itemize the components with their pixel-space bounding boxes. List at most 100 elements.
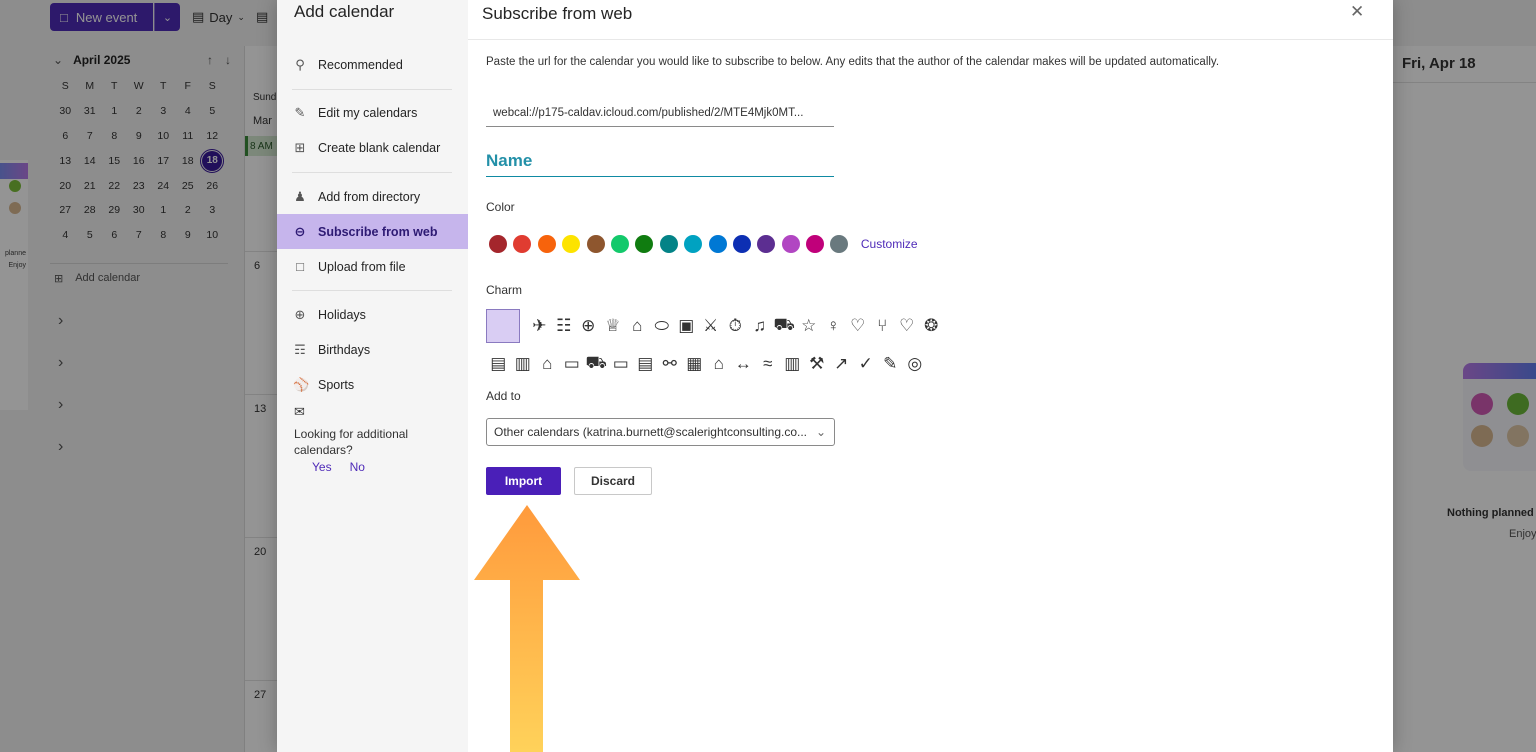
people-icon: ♟ — [294, 188, 306, 204]
color-swatch[interactable] — [610, 235, 629, 253]
heart-icon[interactable]: ♡ — [895, 310, 920, 343]
soccer-ball-icon[interactable]: ❂ — [919, 310, 944, 343]
sidebar-item-label: Upload from file — [318, 259, 406, 274]
globe-icon: ⊖ — [294, 223, 306, 239]
sidebar-item-recommended[interactable]: ⚲ Recommended — [277, 47, 468, 82]
calendar-add-icon: ⊞ — [294, 139, 306, 155]
credit-card-icon[interactable]: ▤ — [633, 347, 658, 380]
color-swatch[interactable] — [489, 235, 507, 253]
color-swatch[interactable] — [513, 235, 532, 253]
color-swatch[interactable] — [562, 235, 581, 253]
color-swatch[interactable] — [781, 235, 800, 253]
ticket-icon[interactable]: ▭ — [609, 347, 634, 380]
sidebar-item-label: Recommended — [318, 57, 403, 72]
color-swatch[interactable] — [830, 235, 849, 253]
add-to-select[interactable]: Other calendars (katrina.burnett@scaleri… — [486, 418, 835, 446]
sidebar-item-subscribe-from-web[interactable]: ⊖ Subscribe from web — [277, 214, 468, 249]
yes-link[interactable]: Yes — [312, 459, 332, 475]
sidebar-item-holidays[interactable]: ⊕ Holidays — [277, 297, 468, 332]
add-to-value: Other calendars (katrina.burnett@scaleri… — [494, 425, 808, 439]
sidebar-item-label: Holidays — [318, 307, 366, 322]
birthday-cake-icon[interactable]: ⌂ — [535, 347, 560, 380]
color-swatch[interactable] — [708, 235, 727, 253]
clipboard-icon[interactable]: ☷ — [552, 310, 577, 343]
import-button[interactable]: Import — [486, 467, 561, 495]
sidebar-item-label: Birthdays — [318, 342, 371, 357]
color-swatch[interactable] — [635, 235, 654, 253]
sidebar-item-label: Create blank calendar — [318, 140, 441, 155]
color-swatch[interactable] — [684, 235, 703, 253]
pill-icon[interactable]: ⬭ — [650, 310, 675, 343]
charm-label: Charm — [486, 283, 523, 297]
person-icon[interactable]: ♀ — [821, 310, 846, 343]
color-swatch[interactable] — [659, 235, 678, 253]
looking-for-more: Looking for additional calendars? Yes No — [294, 426, 454, 475]
music-note-icon[interactable]: ♫ — [748, 310, 773, 343]
looking-text: Looking for additional calendars? — [294, 427, 409, 457]
sidebar-item-sports[interactable]: ⚾ Sports — [277, 367, 468, 402]
color-swatch[interactable] — [757, 235, 776, 253]
airplane-icon[interactable]: ✈ — [527, 310, 552, 343]
add-calendar-dialog: Add calendar ⚲ Recommended ✎ Edit my cal… — [277, 0, 1393, 752]
sidebar-item-upload-from-file[interactable]: □ Upload from file — [277, 249, 468, 284]
calendar-url-input[interactable] — [486, 100, 834, 127]
document-icon: □ — [296, 259, 304, 274]
no-link[interactable]: No — [350, 459, 365, 475]
sidebar-item-birthdays[interactable]: ☶ Birthdays — [277, 332, 468, 367]
car-icon[interactable]: ⛟ — [772, 310, 797, 343]
dumbbell-icon[interactable]: ↔ — [731, 347, 756, 380]
sidebar-item-create-blank-calendar[interactable]: ⊞ Create blank calendar — [277, 130, 468, 165]
subscribe-description: Paste the url for the calendar you would… — [486, 56, 1220, 68]
heart-broken-icon[interactable]: ♡ — [846, 310, 871, 343]
add-calendar-sidebar: Add calendar ⚲ Recommended ✎ Edit my cal… — [277, 0, 468, 752]
trophy-icon[interactable]: ♕ — [601, 310, 626, 343]
add-to-label: Add to — [486, 389, 521, 403]
note-edit-icon[interactable]: ✎ — [878, 347, 903, 380]
bus-icon[interactable]: ▦ — [682, 347, 707, 380]
home-icon[interactable]: ⌂ — [625, 310, 650, 343]
annotation-arrow — [474, 505, 580, 752]
sidebar-item-add-from-directory[interactable]: ♟ Add from directory — [277, 179, 468, 214]
edit-calendar-icon: ✎ — [294, 104, 306, 120]
truck-icon[interactable]: ⛟ — [584, 347, 609, 380]
calendar-blank-icon[interactable] — [486, 309, 520, 343]
customize-color-link[interactable]: Customize — [861, 237, 918, 251]
stopwatch-icon[interactable]: ⏱ — [723, 310, 748, 343]
running-icon[interactable]: ⚔ — [699, 310, 724, 343]
close-icon[interactable]: ✕ — [1350, 2, 1364, 22]
charm-row: ▤ ▥ ⌂ ▭ ⛟ ▭ ▤ ⚯ ▦ ⌂ ↔ ≈ ▥ ⚒ ↗ ✓ ✎ ◎ — [486, 347, 927, 380]
discard-button[interactable]: Discard — [574, 467, 652, 495]
sidebar-item-edit-my-calendars[interactable]: ✎ Edit my calendars — [277, 95, 468, 130]
calendar-name-input[interactable] — [486, 145, 834, 177]
target-icon[interactable]: ◎ — [903, 347, 928, 380]
color-swatch[interactable] — [537, 235, 556, 253]
globe-icon: ⊕ — [294, 306, 306, 322]
clapper-icon[interactable]: ▤ — [486, 347, 511, 380]
color-swatches: Customize — [489, 235, 918, 253]
panel-title: Subscribe from web — [482, 4, 633, 23]
sidebar-item-label: Edit my calendars — [318, 105, 418, 120]
monitor-icon[interactable]: ▭ — [560, 347, 585, 380]
fork-knife-icon[interactable]: ⑂ — [870, 310, 895, 343]
wrench-icon[interactable]: ⚒ — [805, 347, 830, 380]
swimming-icon[interactable]: ≈ — [756, 347, 781, 380]
shoe-icon[interactable]: ↗ — [829, 347, 854, 380]
graduation-cap-icon[interactable]: ⌂ — [707, 347, 732, 380]
sports-ball-icon: ⚾ — [293, 376, 310, 392]
star-icon[interactable]: ☆ — [797, 310, 822, 343]
color-swatch[interactable] — [586, 235, 605, 253]
cake-icon: ☶ — [294, 341, 306, 357]
building-icon[interactable]: ▥ — [780, 347, 805, 380]
first-aid-icon[interactable]: ⊕ — [576, 310, 601, 343]
color-swatch[interactable] — [806, 235, 825, 253]
color-swatch[interactable] — [732, 235, 751, 253]
sidebar-title: Add calendar — [294, 2, 395, 21]
briefcase-icon[interactable]: ▣ — [674, 310, 699, 343]
sidebar-item-label: Add from directory — [318, 189, 421, 204]
checkmark-icon[interactable]: ✓ — [854, 347, 879, 380]
subscribe-from-web-panel: Subscribe from web ✕ Paste the url for t… — [468, 0, 1393, 752]
bicycle-icon[interactable]: ⚯ — [658, 347, 683, 380]
chevron-down-icon: ⌄ — [815, 425, 826, 439]
lightbulb-icon: ⚲ — [295, 56, 305, 72]
book-icon[interactable]: ▥ — [511, 347, 536, 380]
